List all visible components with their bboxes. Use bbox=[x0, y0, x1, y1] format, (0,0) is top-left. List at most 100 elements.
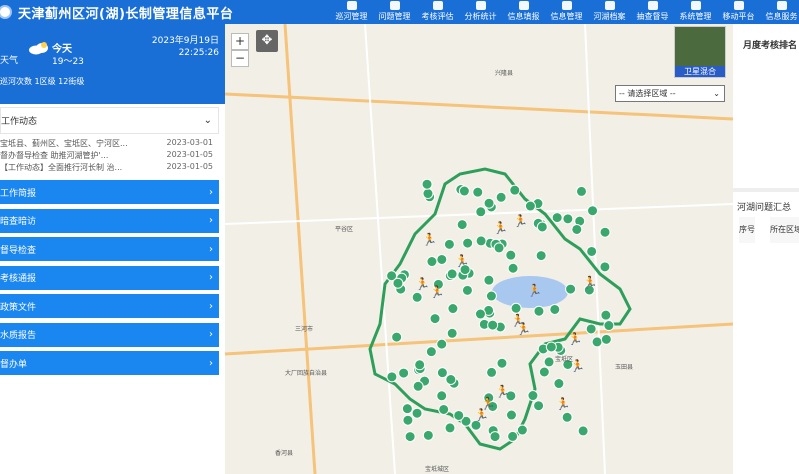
station-marker-icon[interactable] bbox=[483, 274, 495, 286]
station-marker-icon[interactable] bbox=[585, 323, 597, 335]
station-marker-icon[interactable] bbox=[444, 422, 456, 434]
menu-item[interactable]: 考核通报 › bbox=[0, 265, 219, 290]
patrol-person-icon[interactable]: 🏃 bbox=[556, 397, 571, 411]
station-marker-icon[interactable] bbox=[486, 366, 498, 378]
station-marker-icon[interactable] bbox=[599, 226, 611, 238]
station-marker-icon[interactable] bbox=[599, 261, 611, 273]
region-select[interactable]: -- 请选择区域 -- ⌄ bbox=[615, 85, 725, 102]
station-marker-icon[interactable] bbox=[472, 186, 484, 198]
nav-item[interactable]: 问题管理 bbox=[373, 0, 416, 24]
station-marker-icon[interactable] bbox=[401, 403, 413, 415]
patrol-person-icon[interactable]: 🏃 bbox=[527, 284, 542, 298]
patrol-person-icon[interactable]: 🏃 bbox=[430, 285, 445, 299]
nav-item[interactable]: 信息管理 bbox=[545, 0, 588, 24]
station-marker-icon[interactable] bbox=[425, 346, 437, 358]
menu-item[interactable]: 督办单 › bbox=[0, 351, 219, 375]
station-marker-icon[interactable] bbox=[600, 309, 612, 321]
patrol-person-icon[interactable]: 🏃 bbox=[422, 233, 437, 247]
station-marker-icon[interactable] bbox=[586, 245, 598, 257]
patrol-person-icon[interactable]: 🏃 bbox=[455, 254, 470, 268]
station-marker-icon[interactable] bbox=[527, 390, 539, 402]
pan-move-icon[interactable]: ✥ bbox=[256, 30, 278, 52]
station-marker-icon[interactable] bbox=[487, 319, 499, 331]
station-marker-icon[interactable] bbox=[436, 338, 448, 350]
station-marker-icon[interactable] bbox=[516, 424, 528, 436]
station-marker-icon[interactable] bbox=[505, 249, 517, 261]
menu-item[interactable]: 工作简报 › bbox=[0, 180, 219, 204]
station-marker-icon[interactable] bbox=[510, 302, 522, 314]
station-marker-icon[interactable] bbox=[461, 284, 473, 296]
station-marker-icon[interactable] bbox=[447, 303, 459, 315]
news-dropdown[interactable]: 工作动态 ⌄ bbox=[0, 107, 219, 134]
patrol-person-icon[interactable]: 🏃 bbox=[510, 314, 525, 328]
station-marker-icon[interactable] bbox=[509, 184, 521, 196]
menu-item[interactable]: 督导检查 › bbox=[0, 237, 219, 261]
station-marker-icon[interactable] bbox=[505, 409, 517, 421]
station-marker-icon[interactable] bbox=[551, 212, 563, 224]
nav-item[interactable]: 巡河管理 bbox=[330, 0, 373, 24]
news-item[interactable]: 督办督导检查 助推河湖管护'... 2023-01-05 bbox=[0, 150, 213, 162]
station-marker-icon[interactable] bbox=[421, 178, 433, 190]
nav-item[interactable]: 移动平台 bbox=[717, 0, 760, 24]
station-marker-icon[interactable] bbox=[524, 200, 536, 212]
patrol-person-icon[interactable]: 🏃 bbox=[474, 408, 489, 422]
station-marker-icon[interactable] bbox=[426, 256, 438, 268]
station-marker-icon[interactable] bbox=[543, 356, 555, 368]
station-marker-icon[interactable] bbox=[453, 409, 465, 421]
station-marker-icon[interactable] bbox=[446, 268, 458, 280]
station-marker-icon[interactable] bbox=[462, 237, 474, 249]
zoom-out-button[interactable]: − bbox=[231, 50, 249, 67]
station-marker-icon[interactable] bbox=[392, 277, 404, 289]
station-marker-icon[interactable] bbox=[600, 333, 612, 345]
patrol-person-icon[interactable]: 🏃 bbox=[513, 214, 528, 228]
station-marker-icon[interactable] bbox=[545, 341, 557, 353]
station-marker-icon[interactable] bbox=[553, 378, 565, 390]
station-marker-icon[interactable] bbox=[533, 305, 545, 317]
station-marker-icon[interactable] bbox=[507, 262, 519, 274]
station-marker-icon[interactable] bbox=[533, 400, 545, 412]
nav-item[interactable]: 信息服务 bbox=[760, 0, 799, 24]
station-marker-icon[interactable] bbox=[493, 242, 505, 254]
station-marker-icon[interactable] bbox=[422, 188, 434, 200]
station-marker-icon[interactable] bbox=[446, 327, 458, 339]
nav-item[interactable]: 分析统计 bbox=[459, 0, 502, 24]
station-marker-icon[interactable] bbox=[438, 403, 450, 415]
station-marker-icon[interactable] bbox=[429, 313, 441, 325]
station-marker-icon[interactable] bbox=[414, 359, 426, 371]
station-marker-icon[interactable] bbox=[565, 283, 577, 295]
news-item[interactable]: 宝坻县、蓟州区、宝坻区、宁河区... 2023-03-01 bbox=[0, 138, 213, 150]
station-marker-icon[interactable] bbox=[485, 290, 497, 302]
menu-item[interactable]: 政策文件 › bbox=[0, 294, 219, 318]
menu-item[interactable]: 水质报告 › bbox=[0, 322, 219, 347]
station-marker-icon[interactable] bbox=[475, 206, 487, 218]
station-marker-icon[interactable] bbox=[398, 367, 410, 379]
station-marker-icon[interactable] bbox=[538, 366, 550, 378]
station-marker-icon[interactable] bbox=[562, 213, 574, 225]
menu-item[interactable]: 暗查暗访 › bbox=[0, 208, 219, 233]
patrol-person-icon[interactable]: 🏃 bbox=[493, 221, 508, 235]
patrol-person-icon[interactable]: 🏃 bbox=[583, 275, 598, 289]
station-marker-icon[interactable] bbox=[474, 308, 486, 320]
station-marker-icon[interactable] bbox=[458, 185, 470, 197]
station-marker-icon[interactable] bbox=[436, 367, 448, 379]
station-marker-icon[interactable] bbox=[495, 191, 507, 203]
news-item[interactable]: 【工作动态】全面推行河长制 治... 2023-01-05 bbox=[0, 162, 213, 174]
station-marker-icon[interactable] bbox=[591, 336, 603, 348]
station-marker-icon[interactable] bbox=[402, 414, 414, 426]
zoom-in-button[interactable]: + bbox=[231, 33, 249, 50]
station-marker-icon[interactable] bbox=[549, 303, 561, 315]
station-marker-icon[interactable] bbox=[412, 380, 424, 392]
station-marker-icon[interactable] bbox=[561, 411, 573, 423]
station-marker-icon[interactable] bbox=[422, 429, 434, 441]
station-marker-icon[interactable] bbox=[411, 291, 423, 303]
station-marker-icon[interactable] bbox=[571, 223, 583, 235]
map-view[interactable]: 🏃 🏃 🏃 🏃 🏃 🏃 🏃 🏃 🏃 🏃 🏃 🏃 🏃 🏃 🏃 🏃 兴隆县 平谷区 三河市 宝坻区 玉田县 香河县… bbox=[225, 24, 733, 474]
station-marker-icon[interactable] bbox=[411, 407, 423, 419]
station-marker-icon[interactable] bbox=[475, 235, 487, 247]
patrol-person-icon[interactable]: 🏃 bbox=[495, 384, 510, 398]
station-marker-icon[interactable] bbox=[445, 373, 457, 385]
station-marker-icon[interactable] bbox=[507, 430, 519, 442]
nav-item[interactable]: 抽查督导 bbox=[631, 0, 674, 24]
patrol-person-icon[interactable]: 🏃 bbox=[568, 332, 583, 346]
station-marker-icon[interactable] bbox=[536, 221, 548, 233]
